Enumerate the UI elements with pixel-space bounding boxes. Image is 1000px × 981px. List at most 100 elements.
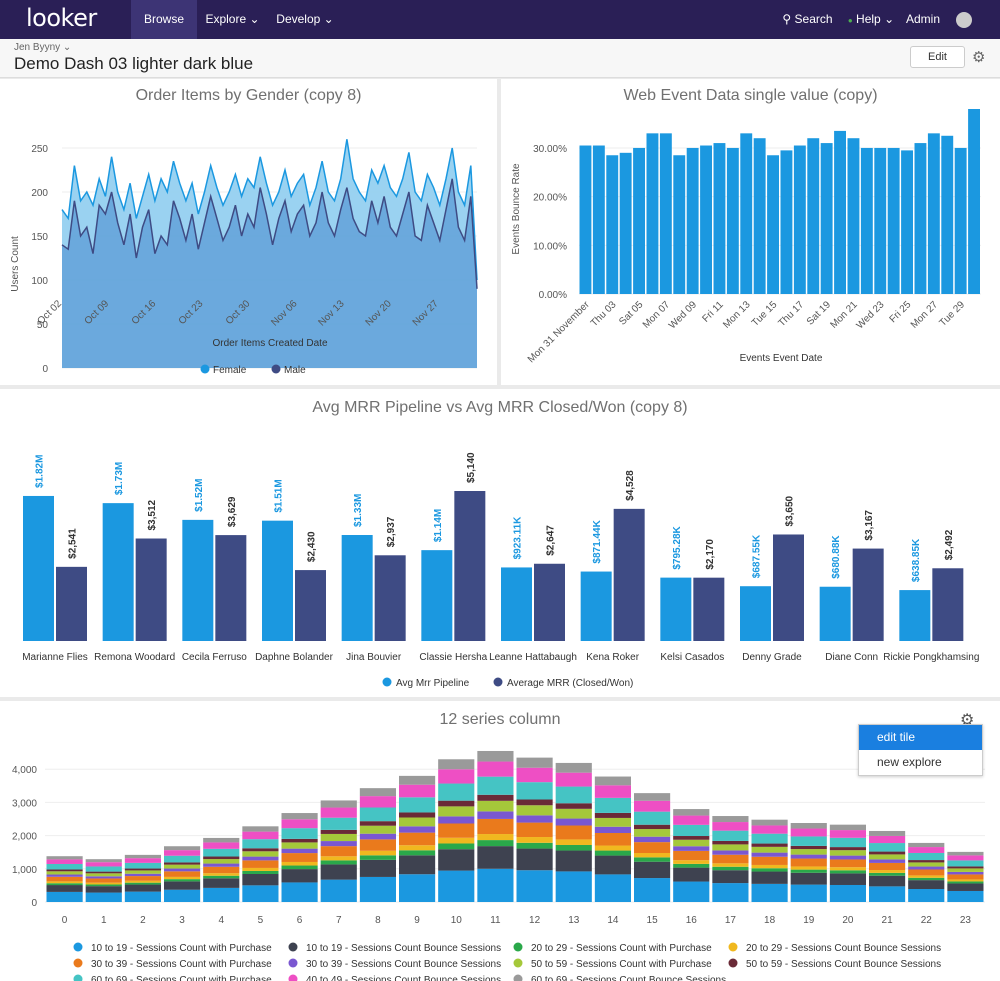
legend-label: 20 to 29 - Sessions Count with Purchase [531,943,712,954]
tile-12-series: 12 series column ⚙ 0 1,000 2,000 3,000 4,000… [0,701,1000,981]
stack-segment [242,856,279,861]
legend-swatch [382,677,392,687]
x-tick-label: 23 [960,915,972,926]
chart-order-items: 050100150200250Oct 02 Oct 09 Oct 16 Oct 23 O… [10,139,478,376]
nav-help[interactable]: ● Help ⌄ [845,0,897,39]
stack-segment [594,797,631,813]
x-tick-label: Cecila Ferruso [182,652,247,663]
x-tick-label: Mon 31 November [526,299,592,365]
x-tick-label: Mon 07 [641,299,673,331]
status-dot-icon: ● [847,16,853,25]
stack-segment [634,878,671,902]
stack-segment [947,866,984,869]
stack-segment [242,867,279,871]
bar [927,133,940,294]
stack-segment [790,858,827,867]
edit-button[interactable]: Edit [910,46,965,68]
nav-explore[interactable]: Explore ⌄ [200,0,265,39]
data-label: $1.14M [433,509,444,542]
x-tick-label: Mon 27 [909,299,941,331]
x-tick-label: Thu 17 [776,299,806,329]
stack-segment [555,808,592,819]
x-tick-label: Diane Conn [825,652,878,663]
bar [633,147,645,294]
bar-pipeline [660,577,692,641]
chevron-down-icon: ⌄ [884,12,895,26]
bar-pipeline [182,519,214,641]
legend-label: Male [284,365,306,376]
stack-segment [46,863,83,870]
nav-develop[interactable]: Develop ⌄ [272,0,338,39]
y-tick-label: 150 [31,232,48,243]
x-tick-label: Mon 21 [828,299,860,331]
legend-swatch [493,677,503,687]
legend-swatch [73,974,83,981]
stack-segment [242,860,279,868]
stack-segment [712,863,749,867]
stack-segment [85,871,122,874]
legend-swatch [513,958,523,968]
search-icon: ⚲ [782,12,792,26]
menu-item-edit-tile[interactable]: edit tile [859,725,982,750]
stack-segment [594,845,631,851]
menu-item-new-explore[interactable]: new explore [859,750,982,775]
stack-segment [124,870,161,874]
stack-segment [399,817,436,827]
stack-segment [399,797,436,813]
bar [847,138,860,294]
nav-admin[interactable]: Admin [903,0,943,39]
dashboard-owner[interactable]: Jen Byyny ⌄ [14,42,71,53]
stack-segment [712,883,749,902]
x-tick-label: 8 [375,915,381,926]
stack-segment [164,850,201,856]
stack-segment [555,762,592,773]
stack-segment [46,881,83,884]
stack-segment [46,874,83,877]
stack-segment [399,784,436,798]
stack-segment [320,856,357,861]
stack-segment [908,877,945,881]
stack-segment [947,874,984,880]
stack-segment [908,866,945,870]
bar-pipeline [580,571,612,641]
stack-segment [594,785,631,798]
user-avatar[interactable] [950,0,978,39]
x-tick-label: Oct 02 [36,298,65,327]
x-tick-label: 2 [140,915,146,926]
stack-segment [281,869,318,883]
stack-segment [438,837,475,844]
nav-search[interactable]: ⚲ Search [780,0,835,39]
looker-logo[interactable]: looker [26,4,97,32]
stack-segment [673,881,710,902]
stack-segment [320,833,357,842]
stack-segment [634,853,671,858]
x-tick-label: 5 [258,915,264,926]
bar-pipeline [341,535,373,641]
data-label: $2,647 [546,525,557,556]
bar-pipeline [899,590,931,641]
gear-icon[interactable]: ⚙ [972,48,985,66]
data-label: $2,430 [307,531,318,562]
bar [954,147,967,294]
x-axis-label: Order Items Created Date [212,338,327,349]
x-tick-label: 10 [451,915,463,926]
stack-segment [85,876,122,879]
stack-segment [634,793,671,801]
x-tick-label: 9 [414,915,420,926]
stack-segment [555,839,592,845]
x-tick-label: Wed 09 [667,299,699,331]
bar [726,147,739,294]
bar-closed-won [56,566,87,641]
stack-segment [438,783,475,801]
x-tick-label: Remona Woodard [94,652,175,663]
stack-segment [829,824,866,831]
stack-segment [242,831,279,840]
stack-segment [673,846,710,851]
stack-segment [164,846,201,851]
stack-segment [281,853,318,862]
stack-segment [46,871,83,875]
nav-browse[interactable]: Browse [131,0,197,39]
data-label: $1.51M [274,479,285,512]
stack-segment [203,887,240,902]
stack-segment [320,860,357,865]
